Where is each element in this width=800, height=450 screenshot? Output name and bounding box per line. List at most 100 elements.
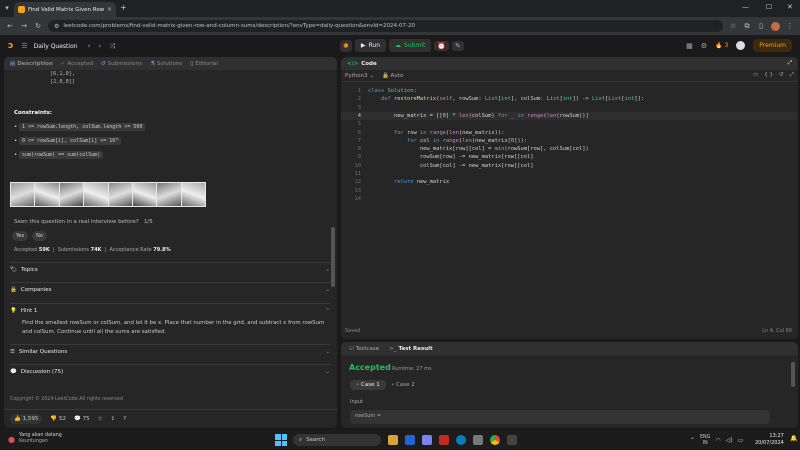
code-line[interactable]: 4 new_matrix = [[0] * len(colSum) for _ … — [341, 112, 781, 120]
office-icon[interactable] — [439, 435, 449, 445]
terminal-app-icon[interactable] — [507, 435, 517, 445]
settings-icon[interactable]: ⚙ — [701, 42, 707, 50]
language-select[interactable]: Python3 ⌄ — [345, 73, 374, 79]
extensions-icon[interactable]: ⧉ — [743, 22, 751, 31]
streak-counter[interactable]: 🔥 3 — [715, 42, 728, 49]
code-line[interactable]: 3 — [341, 104, 781, 112]
leetcode-logo-icon[interactable]: ↄ — [8, 41, 13, 51]
next-problem-icon[interactable]: › — [98, 42, 101, 50]
browser-tab[interactable]: Find Valid Matrix Given Row an ✕ — [14, 2, 116, 17]
new-tab-icon[interactable]: + — [120, 3, 127, 12]
edge-icon[interactable] — [456, 435, 466, 445]
premium-button[interactable]: Premium — [753, 39, 792, 52]
discussion-section[interactable]: 💬 Discussion (75) ⌄ — [10, 364, 330, 378]
teams-icon[interactable] — [422, 435, 432, 445]
problem-list-icon[interactable]: ☰ — [21, 42, 27, 50]
companies-section[interactable]: 🔒 Companies ⌄ — [10, 282, 330, 296]
user-avatar[interactable] — [736, 41, 746, 50]
code-line[interactable]: 11 — [341, 170, 781, 178]
close-window-icon[interactable]: ✕ — [787, 3, 793, 11]
code-line[interactable]: 1 class Solution: — [341, 87, 781, 95]
store-icon[interactable] — [473, 435, 483, 445]
braces-icon[interactable]: { } — [764, 72, 773, 79]
case-1-button[interactable]: • Case 1 — [350, 380, 386, 390]
code-line[interactable]: 8 new_matrix[row][col] = min(rowSum[row]… — [341, 145, 781, 153]
close-tab-icon[interactable]: ✕ — [107, 6, 112, 13]
notes-icon[interactable]: ✎ — [452, 40, 464, 51]
tab-accepted[interactable]: ✓ Accepted — [61, 61, 93, 67]
minimize-icon[interactable]: — — [742, 3, 749, 11]
ad-banner[interactable] — [10, 182, 206, 207]
auto-mode[interactable]: 🔒 Auto — [382, 73, 403, 79]
hint-section[interactable]: 💡 Hint 1 ⌃ — [10, 303, 330, 317]
code-line[interactable]: 13 — [341, 187, 781, 195]
tab-solutions[interactable]: ⚗ Solutions — [150, 61, 182, 67]
prev-problem-icon[interactable]: ‹ — [88, 42, 91, 50]
bookmark-star-icon[interactable]: ☆ — [729, 22, 737, 30]
code-editor[interactable]: 1 class Solution: 2 def restoreMatrix(self… — [341, 87, 798, 322]
code-line[interactable]: 7 for col in range(len(new_matrix[0])): — [341, 137, 781, 145]
share-icon[interactable]: ⇪ — [111, 416, 116, 422]
dislike-button[interactable]: 👎 52 — [50, 416, 66, 422]
debug-icon[interactable]: ✱ — [340, 39, 352, 52]
star-icon[interactable]: ☆ — [98, 416, 103, 422]
windows-start-icon[interactable] — [275, 434, 287, 446]
similar-questions-section[interactable]: ☰ Similar Questions ⌄ — [10, 344, 330, 358]
maximize-panel-icon[interactable]: ⤢ — [788, 60, 792, 67]
bookmark-icon[interactable]: ▭ — [753, 72, 758, 79]
file-explorer-icon[interactable] — [388, 435, 398, 445]
sidebar-icon[interactable]: ▯ — [757, 22, 765, 30]
chevron-up-icon[interactable]: ⌃ — [690, 437, 695, 444]
timer-icon[interactable]: ⏰ — [434, 40, 450, 51]
tab-editorial[interactable]: ▯ Editorial — [190, 61, 218, 67]
url-field[interactable]: ⚙ leetcode.com/problems/find-valid-matri… — [48, 20, 723, 32]
scrollbar[interactable] — [331, 227, 335, 287]
reset-icon[interactable]: ↺ — [779, 72, 784, 79]
taskbar-search[interactable]: ⌕ Search — [293, 434, 381, 446]
line-number: 12 — [354, 179, 362, 186]
code-line[interactable]: 14 — [341, 195, 781, 203]
chrome-icon[interactable] — [490, 435, 500, 445]
layout-icon[interactable]: ▦ — [686, 42, 693, 50]
outlook-icon[interactable] — [405, 435, 415, 445]
comments-button[interactable]: 💬 75 — [74, 416, 90, 422]
reload-icon[interactable]: ↻ — [34, 22, 42, 30]
topics-section[interactable]: 🏷 Topics ⌄ — [10, 262, 330, 276]
notification-bell-icon[interactable]: 🔔 — [790, 435, 797, 442]
code-line[interactable]: 5 — [341, 120, 781, 128]
input-box[interactable]: rowSum = — [350, 410, 770, 424]
case-2-button[interactable]: • Case 2 — [391, 382, 415, 388]
daily-question-title[interactable]: Daily Question — [34, 43, 78, 50]
language-indicator[interactable]: ENG IN — [700, 435, 710, 446]
tab-description[interactable]: ▤ Description — [10, 61, 53, 67]
wifi-icon[interactable]: ◠ — [715, 437, 720, 444]
shuffle-icon[interactable]: ⤨ — [109, 42, 115, 51]
site-info-icon[interactable]: ⚙ — [54, 23, 59, 30]
code-line[interactable]: 9 rowSum[row] -= new_matrix[row][col] — [341, 153, 781, 161]
clock[interactable]: 13:27 20/07/2024 — [755, 433, 784, 446]
fullscreen-icon[interactable]: ⤢ — [790, 72, 794, 79]
battery-icon[interactable]: ▭ — [738, 437, 744, 444]
profile-avatar[interactable] — [771, 21, 780, 31]
code-line[interactable]: 10 colSum[col] -= new_matrix[row][col] — [341, 162, 781, 170]
tab-search-icon[interactable]: ▾ — [3, 4, 11, 12]
tab-test-result[interactable]: >_ Test Result — [389, 346, 433, 352]
scrollbar[interactable] — [791, 362, 795, 387]
help-icon[interactable]: ? — [123, 416, 126, 422]
weather-widget[interactable]: ● Yang akan datang Keuntungan — [8, 433, 62, 445]
tab-testcase[interactable]: ☑ Testcase — [349, 346, 379, 352]
yes-button[interactable]: Yes — [12, 231, 29, 241]
code-line[interactable]: 2 def restoreMatrix(self, rowSum: List[i… — [341, 95, 781, 103]
submit-button[interactable]: ☁ Submit — [389, 39, 432, 52]
code-line[interactable]: 12 return new_matrix — [341, 178, 781, 186]
volume-icon[interactable]: ◁) — [726, 437, 733, 444]
forward-icon[interactable]: → — [20, 22, 28, 30]
menu-icon[interactable]: ⋮ — [786, 22, 794, 30]
run-button[interactable]: ▶ Run — [354, 39, 387, 52]
no-button[interactable]: No — [32, 231, 47, 241]
like-button[interactable]: 👍 1,595 — [10, 414, 43, 424]
code-line[interactable]: 6 for row in range(len(new_matrix)): — [341, 129, 781, 137]
back-icon[interactable]: ← — [6, 22, 14, 30]
maximize-icon[interactable]: ☐ — [766, 3, 772, 11]
tab-submissions[interactable]: ↺ Submissions — [101, 61, 142, 67]
